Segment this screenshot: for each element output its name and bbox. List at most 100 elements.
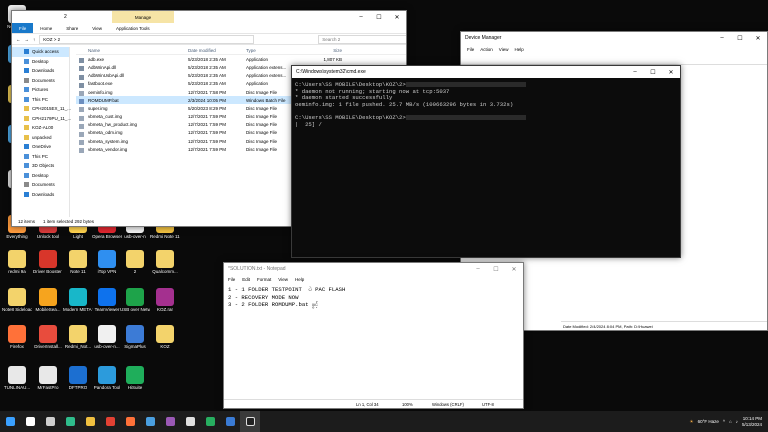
nav-item[interactable]: This PC <box>12 152 69 162</box>
up-icon[interactable]: ↑ <box>33 37 35 42</box>
chevron-up-icon[interactable]: ^ <box>723 419 725 424</box>
tab-home[interactable]: Home <box>33 26 59 31</box>
column-name[interactable]: Name <box>76 48 188 53</box>
tab-application-tools[interactable]: Application Tools <box>109 26 157 31</box>
maximize-icon[interactable]: ☐ <box>731 32 749 44</box>
desktop-icon[interactable]: iTop VPN <box>92 250 122 274</box>
menu-edit[interactable]: Edit <box>242 277 250 282</box>
edge-icon[interactable] <box>60 411 80 432</box>
menu-file[interactable]: File <box>467 47 474 52</box>
app-icon[interactable] <box>160 411 180 432</box>
desktop-icon[interactable]: MobileSea... <box>33 288 63 312</box>
tab-file[interactable]: File <box>12 23 34 33</box>
desktop-icon[interactable]: TUNLINAU... <box>2 366 32 390</box>
desktop-icon[interactable]: usb-over-n... <box>92 325 122 349</box>
nav-item[interactable]: CPH2015EX_11_... <box>12 104 71 114</box>
menu-action[interactable]: Action <box>480 47 493 52</box>
desktop-icon[interactable]: USB over Netwo... <box>120 288 150 312</box>
column-date[interactable]: Date modified <box>188 48 246 53</box>
task-view-icon[interactable] <box>40 411 60 432</box>
devmgr-titlebar[interactable]: Device Manager – ☐ ✕ <box>461 32 767 44</box>
nav-item[interactable]: Pictures <box>12 85 69 95</box>
menu-help[interactable]: Help <box>514 47 523 52</box>
search-icon[interactable] <box>20 411 40 432</box>
manage-tab[interactable]: Manage <box>112 11 174 23</box>
desktop-icon[interactable]: MrFastPro <box>33 366 63 390</box>
nav-item[interactable]: KOZ-AL00 <box>12 123 69 133</box>
firefox-icon[interactable] <box>120 411 140 432</box>
minimize-icon[interactable]: – <box>626 66 644 78</box>
desktop-icon[interactable]: Driver Booster 11 <box>33 250 63 274</box>
nav-item[interactable]: CPH2179PU_11_... <box>12 114 71 124</box>
desktop-icon[interactable]: Modern META ve... <box>63 288 93 312</box>
network-icon[interactable]: ⌂ <box>729 419 732 424</box>
cmd-window[interactable]: C:\Windows\system32\cmd.exe – ☐ ✕ C:\Use… <box>291 65 681 258</box>
desktop-icon[interactable]: DFTPRO <box>63 366 93 390</box>
desktop-icon[interactable]: Note 11 <box>63 250 93 274</box>
desktop-icon[interactable]: KOZ <box>150 325 180 349</box>
notepad-text-area[interactable]: 1 - 1 FOLDER TESTPOINT ပဲ PAC FLASH 2 - R… <box>224 284 523 311</box>
file-row[interactable]: adb.exe 5/23/2018 2:35 AM Application 1,807… <box>76 55 406 64</box>
desktop-icon[interactable]: 2 <box>120 250 150 274</box>
explorer-icon[interactable] <box>80 411 100 432</box>
tab-share[interactable]: Share <box>59 26 85 31</box>
tab-view[interactable]: View <box>85 26 109 31</box>
start-icon[interactable] <box>0 411 20 432</box>
desktop-icon[interactable]: SigmaPlus <box>120 325 150 349</box>
maximize-icon[interactable]: ☐ <box>487 263 505 275</box>
desktop-icon[interactable]: Redmi_Not... <box>63 325 93 349</box>
clock[interactable]: 10:14 PM 5/13/2024 <box>742 416 762 428</box>
nav-item[interactable]: Documents <box>12 180 69 190</box>
console-output[interactable]: C:\Users\SS MOBILE\Desktop\KOZ\2> * daemo… <box>292 78 680 132</box>
address-bar[interactable]: KOZ > 2 <box>39 34 255 44</box>
close-icon[interactable]: ✕ <box>505 263 523 275</box>
app-icon[interactable] <box>220 411 240 432</box>
nav-item[interactable]: Quick access <box>12 47 69 57</box>
close-icon[interactable]: ✕ <box>749 32 767 44</box>
nav-item[interactable]: Downloads <box>12 190 69 200</box>
desktop-icon[interactable]: TeamViewer <box>92 288 122 312</box>
minimize-icon[interactable]: – <box>713 32 731 44</box>
forward-icon[interactable]: → <box>25 37 30 42</box>
maximize-icon[interactable]: ☐ <box>370 11 388 23</box>
weather-text[interactable]: 60°F Haze <box>698 419 719 424</box>
notepad-window[interactable]: *SOLUTION.txt - Notepad – ☐ ✕ File Edit … <box>223 262 524 409</box>
minimize-icon[interactable]: – <box>469 263 487 275</box>
weather-icon[interactable]: ☀ <box>690 419 694 425</box>
cmd-titlebar[interactable]: C:\Windows\system32\cmd.exe – ☐ ✕ <box>292 66 680 78</box>
notepad-titlebar[interactable]: *SOLUTION.txt - Notepad – ☐ ✕ <box>224 263 523 275</box>
menu-view[interactable]: View <box>499 47 509 52</box>
app-icon[interactable] <box>140 411 160 432</box>
volume-icon[interactable]: ♪ <box>736 419 738 424</box>
desktop-icon[interactable]: Firefox <box>2 325 32 349</box>
explorer-titlebar[interactable]: 2 – ☐ ✕ <box>12 11 406 23</box>
back-icon[interactable]: ← <box>16 37 21 42</box>
menu-format[interactable]: Format <box>257 277 271 282</box>
nav-item[interactable]: OneDrive <box>12 142 69 152</box>
chrome-icon[interactable] <box>100 411 120 432</box>
menu-help[interactable]: Help <box>295 277 304 282</box>
desktop-icon[interactable]: Qualcomm... <box>150 250 180 274</box>
desktop-icon[interactable]: KOZ.rar <box>150 288 180 312</box>
desktop-icon[interactable]: redmi 9a <box>2 250 32 274</box>
cmd-icon[interactable] <box>240 411 260 432</box>
column-type[interactable]: Type <box>246 48 292 53</box>
desktop-icon[interactable]: HiSuite <box>120 366 150 390</box>
minimize-icon[interactable]: – <box>352 11 370 23</box>
nav-item[interactable]: Desktop <box>12 171 69 181</box>
desktop-icon[interactable]: Note8 Sideload Fix <box>2 288 32 312</box>
column-size[interactable]: Size <box>292 48 342 53</box>
nav-item[interactable]: 3D Objects <box>12 161 69 171</box>
nav-item[interactable]: Desktop <box>12 57 69 67</box>
nav-item[interactable]: This PC <box>12 95 69 105</box>
app-icon[interactable] <box>200 411 220 432</box>
desktop-icon[interactable]: Pandora Tool <box>92 366 122 390</box>
nav-item[interactable]: unpacked <box>12 133 69 143</box>
desktop-icon[interactable]: DriverInstall... <box>33 325 63 349</box>
maximize-icon[interactable]: ☐ <box>644 66 662 78</box>
nav-item[interactable]: Documents <box>12 76 69 86</box>
nav-item[interactable]: Downloads <box>12 66 69 76</box>
app-icon[interactable] <box>180 411 200 432</box>
menu-file[interactable]: File <box>228 277 235 282</box>
search-input[interactable]: Search 2 <box>318 34 406 44</box>
